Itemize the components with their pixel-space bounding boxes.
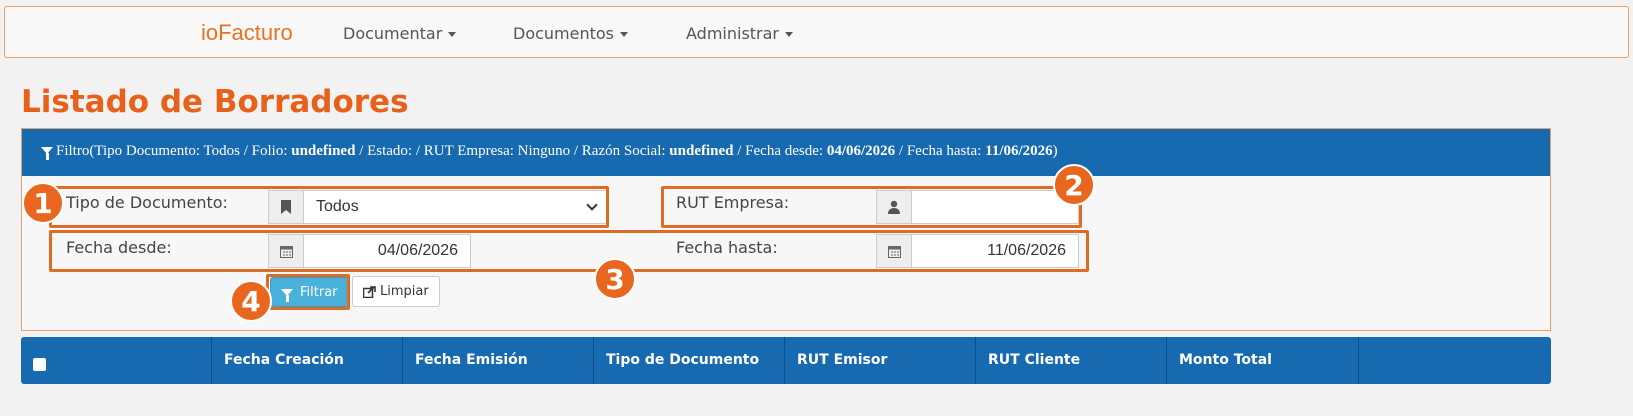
filter-hasta-value: 11/06/2026 — [985, 143, 1053, 159]
step-badge-3: 3 — [594, 258, 636, 300]
nav-documentar[interactable]: Documentar — [343, 24, 457, 43]
highlight-box-1 — [49, 186, 609, 228]
header-select-all — [21, 337, 212, 384]
highlight-box-3 — [49, 230, 1089, 272]
step-badge-2: 2 — [1053, 164, 1095, 206]
filter-heading[interactable]: Filtro(Tipo Documento: Todos / Folio: un… — [22, 129, 1550, 176]
highlight-box-4 — [266, 274, 350, 310]
header-rut-emisor[interactable]: RUT Emisor — [785, 337, 976, 384]
filter-heading-text: Filtro(Tipo Documento: Todos / Folio: — [56, 143, 292, 159]
table-header: Fecha Creación Fecha Emisión Tipo de Doc… — [21, 337, 1551, 384]
filter-heading-text: ) — [1052, 143, 1058, 159]
navbar: ioFacturo Documentar Documentos Administ… — [4, 6, 1629, 58]
filter-razon-value: undefined — [669, 143, 734, 159]
header-fecha-creacion[interactable]: Fecha Creación — [212, 337, 403, 384]
caret-down-icon — [448, 32, 457, 37]
header-fecha-emision[interactable]: Fecha Emisión — [403, 337, 594, 384]
header-tipo-documento[interactable]: Tipo de Documento — [594, 337, 785, 384]
select-all-checkbox[interactable] — [33, 358, 46, 371]
step-badge-4: 4 — [230, 280, 272, 322]
filter-heading-text: / Fecha desde: — [733, 143, 827, 159]
caret-down-icon — [785, 32, 794, 37]
caret-down-icon — [620, 32, 629, 37]
nav-documentar-label: Documentar — [343, 24, 443, 43]
share-icon — [363, 285, 376, 298]
header-actions — [1359, 337, 1551, 384]
page-title: Listado de Borradores — [21, 84, 409, 120]
header-monto-total[interactable]: Monto Total — [1167, 337, 1359, 384]
highlight-box-2 — [661, 186, 1082, 228]
limpiar-button[interactable]: Limpiar — [352, 276, 440, 307]
filter-folio-value: undefined — [291, 143, 356, 159]
nav-administrar[interactable]: Administrar — [686, 24, 794, 43]
header-rut-cliente[interactable]: RUT Cliente — [976, 337, 1167, 384]
nav-documentos[interactable]: Documentos — [513, 24, 629, 43]
limpiar-label: Limpiar — [380, 284, 429, 299]
nav-administrar-label: Administrar — [686, 24, 780, 43]
brand-link[interactable]: ioFacturo — [201, 20, 293, 46]
filter-heading-text: / Estado: / RUT Empresa: Ninguno / Razón… — [355, 143, 670, 159]
filter-desde-value: 04/06/2026 — [826, 143, 896, 159]
step-badge-1: 1 — [22, 182, 64, 224]
filter-icon — [41, 147, 53, 160]
filter-heading-text: / Fecha hasta: — [895, 143, 986, 159]
page: ioFacturo Documentar Documentos Administ… — [0, 0, 1633, 416]
nav-documentos-label: Documentos — [513, 24, 615, 43]
